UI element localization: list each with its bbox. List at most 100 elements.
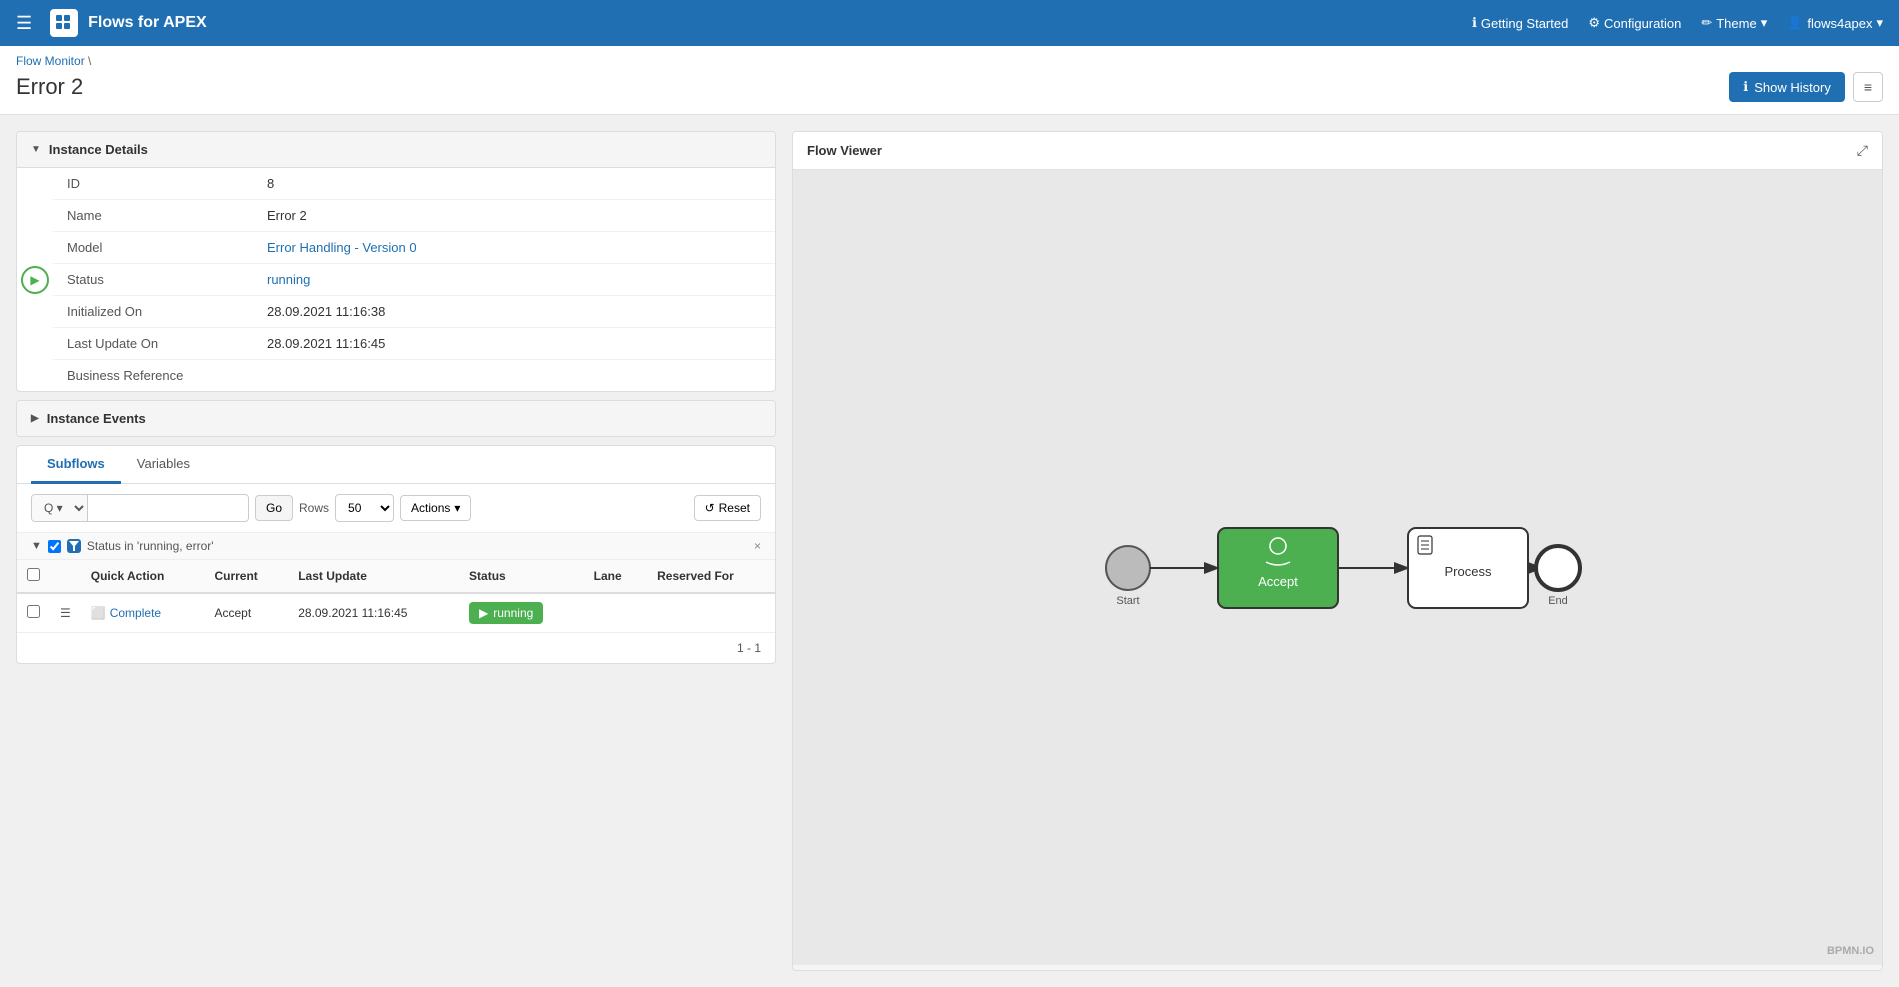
filter-label: Status in 'running, error' — [87, 539, 214, 553]
table-row: Business Reference — [53, 360, 775, 392]
instance-events-section: ▶ Instance Events — [16, 400, 776, 437]
status-link[interactable]: running — [267, 272, 310, 287]
row-checkbox-cell — [17, 593, 50, 632]
table-header: Quick Action Current Last Update Status … — [17, 560, 775, 593]
tabs-container: Subflows Variables — [17, 446, 775, 484]
instance-details-content: ▶ ID 8 Name Er — [17, 168, 775, 391]
left-panel: ▼ Instance Details ▶ ID — [16, 131, 776, 971]
status-indicator-col: ▶ — [17, 168, 53, 391]
page-header-row: Error 2 ℹ Show History ≡ — [16, 72, 1883, 102]
table-row: Initialized On 28.09.2021 11:16:38 — [53, 296, 775, 328]
complete-icon: ⬜ — [91, 606, 106, 620]
row-lane-cell — [584, 593, 647, 632]
nav-right: ℹ Getting Started ⚙ Configuration ✏ Them… — [1472, 15, 1883, 31]
flow-canvas: Accept Process Start End — [793, 170, 1882, 965]
row-checkbox[interactable] — [27, 605, 40, 618]
complete-link[interactable]: ⬜ Complete — [91, 606, 195, 620]
details-table-container: ID 8 Name Error 2 Model — [53, 168, 775, 391]
theme-link[interactable]: ✏ Theme ▾ — [1701, 15, 1767, 31]
go-button[interactable]: Go — [255, 495, 293, 521]
tab-subflows[interactable]: Subflows — [31, 446, 121, 484]
expand-icon[interactable]: ⤢ — [1857, 142, 1868, 159]
filter-toggle-icon[interactable]: ▼ — [31, 540, 42, 552]
app-logo — [50, 9, 78, 37]
subflows-section: Subflows Variables Q ▾ Go Rows 50 10 25 … — [16, 445, 776, 664]
field-value-id: 8 — [253, 168, 775, 200]
flow-viewer-title: Flow Viewer — [807, 143, 882, 158]
th-status: Status — [459, 560, 584, 593]
tab-variables[interactable]: Variables — [121, 446, 206, 484]
model-link[interactable]: Error Handling - Version 0 — [267, 240, 417, 255]
filter-close-button[interactable]: × — [754, 539, 761, 553]
search-type-select[interactable]: Q ▾ — [32, 495, 88, 521]
details-table: ID 8 Name Error 2 Model — [53, 168, 775, 391]
instance-details-header[interactable]: ▼ Instance Details — [17, 132, 775, 168]
subflows-table: Quick Action Current Last Update Status … — [17, 560, 775, 632]
actions-button[interactable]: Actions ▾ — [400, 495, 471, 521]
status-text: running — [493, 606, 533, 620]
user-menu-link[interactable]: 👤 flows4apex ▾ — [1787, 15, 1883, 31]
row-menu-icon[interactable]: ☰ — [60, 606, 71, 620]
hamburger-menu-icon[interactable]: ☰ — [16, 13, 32, 34]
rows-select[interactable]: 50 10 25 100 — [335, 494, 394, 522]
play-circle-icon: ▶ — [479, 606, 488, 620]
reset-icon: ↺ — [705, 501, 715, 515]
instance-details-body: ▶ ID 8 Name Er — [17, 168, 775, 391]
th-reserved-for: Reserved For — [647, 560, 775, 593]
th-quick-action: Quick Action — [81, 560, 205, 593]
instance-details-section: ▼ Instance Details ▶ ID — [16, 131, 776, 392]
chevron-right-icon: ▶ — [31, 413, 39, 424]
page-menu-button[interactable]: ≡ — [1853, 72, 1883, 102]
filter-checkbox[interactable] — [48, 540, 61, 553]
row-quick-action-cell: ⬜ Complete — [81, 593, 205, 632]
field-value-business-ref — [253, 360, 775, 392]
complete-label: Complete — [110, 606, 161, 620]
nav-left: ☰ Flows for APEX — [16, 9, 207, 37]
svg-text:Accept: Accept — [1258, 574, 1298, 589]
row-status-cell: ▶ running — [459, 593, 584, 632]
field-value-initialized-on: 28.09.2021 11:16:38 — [253, 296, 775, 328]
flow-viewer-panel: Flow Viewer ⤢ Accept — [792, 131, 1883, 971]
table-row: Name Error 2 — [53, 200, 775, 232]
flow-viewer-header: Flow Viewer ⤢ — [793, 132, 1882, 170]
info-circle-icon: ℹ — [1743, 79, 1748, 95]
field-label-id: ID — [53, 168, 253, 200]
getting-started-link[interactable]: ℹ Getting Started — [1472, 15, 1568, 31]
chevron-down-icon: ▾ — [1876, 15, 1883, 31]
logo-svg — [54, 13, 74, 33]
table-row: Status running — [53, 264, 775, 296]
configuration-link[interactable]: ⚙ Configuration — [1588, 15, 1681, 31]
gear-icon: ⚙ — [1588, 15, 1600, 31]
filter-tag-icon — [67, 539, 81, 553]
th-lane: Lane — [584, 560, 647, 593]
show-history-button[interactable]: ℹ Show History — [1729, 72, 1845, 102]
play-icon[interactable]: ▶ — [21, 266, 49, 294]
chevron-down-icon: ▾ — [1761, 15, 1768, 31]
main-layout: ▼ Instance Details ▶ ID — [0, 115, 1899, 987]
field-value-name: Error 2 — [253, 200, 775, 232]
table-header-row: Quick Action Current Last Update Status … — [17, 560, 775, 593]
filter-bar: ▼ Status in 'running, error' × — [17, 533, 775, 560]
breadcrumb: Flow Monitor \ — [16, 54, 1883, 68]
field-label-last-update: Last Update On — [53, 328, 253, 360]
svg-text:Process: Process — [1444, 564, 1491, 579]
reset-button[interactable]: ↺ Reset — [694, 495, 761, 521]
filter-icon — [69, 541, 79, 551]
th-last-update: Last Update — [288, 560, 459, 593]
page-title: Error 2 — [16, 74, 83, 100]
chevron-down-icon: ▼ — [31, 144, 41, 155]
pagination-info: 1 - 1 — [737, 641, 761, 655]
search-input[interactable] — [88, 496, 248, 520]
status-badge: ▶ running — [469, 602, 543, 624]
table-row: Last Update On 28.09.2021 11:16:45 — [53, 328, 775, 360]
page-header-actions: ℹ Show History ≡ — [1729, 72, 1883, 102]
instance-events-header[interactable]: ▶ Instance Events — [17, 401, 775, 436]
instance-events-label: Instance Events — [47, 411, 146, 426]
details-table-body: ID 8 Name Error 2 Model — [53, 168, 775, 391]
breadcrumb-parent-link[interactable]: Flow Monitor — [16, 54, 85, 68]
table-row: ☰ ⬜ Complete Accept 28.09.2021 11:16:45 — [17, 593, 775, 632]
field-value-status: running — [253, 264, 775, 296]
svg-text:Start: Start — [1116, 595, 1139, 607]
th-menu — [50, 560, 81, 593]
select-all-checkbox[interactable] — [27, 568, 40, 581]
